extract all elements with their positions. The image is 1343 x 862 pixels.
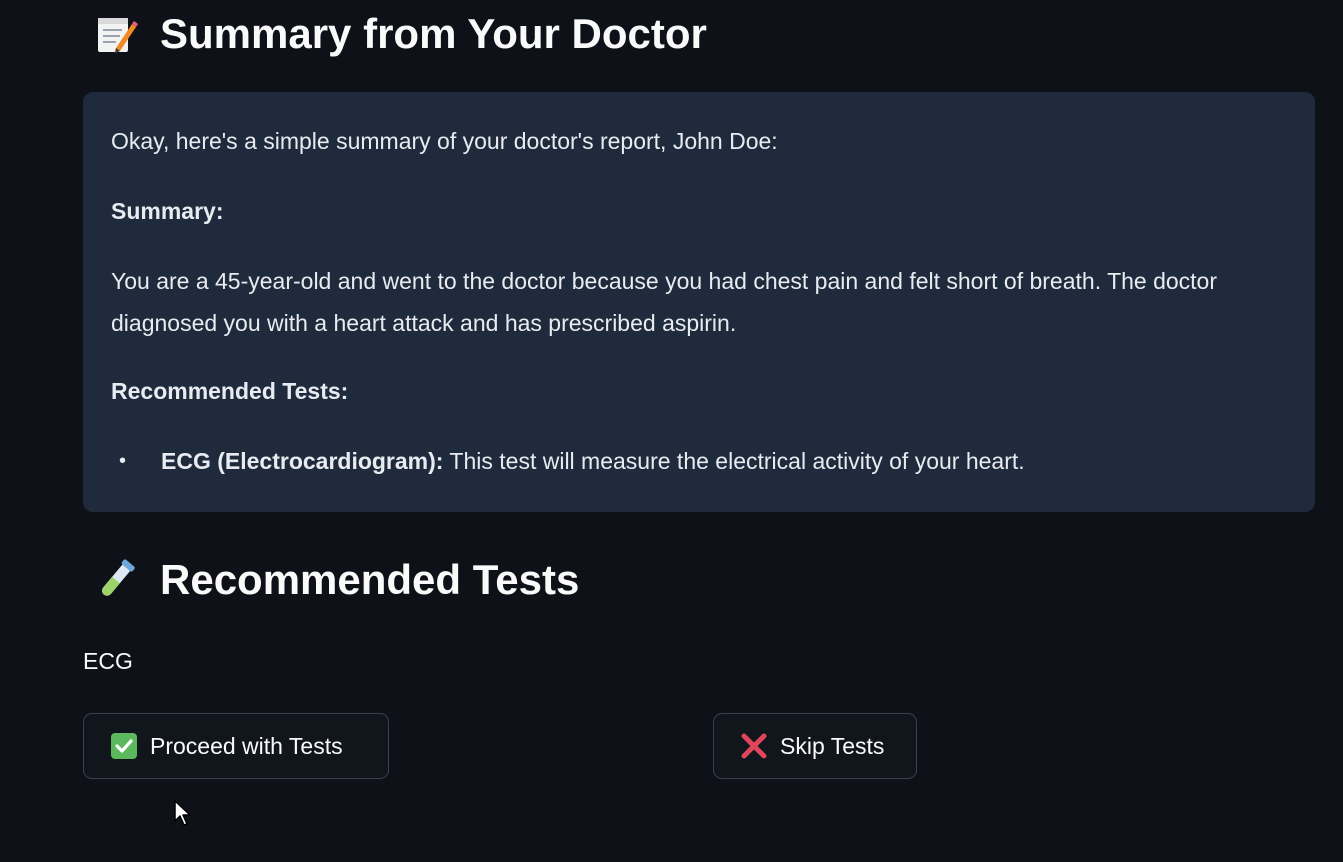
test-name-bold: ECG (Electrocardiogram): [161,448,444,474]
proceed-button-label: Proceed with Tests [150,732,343,759]
list-item: • ECG (Electrocardiogram): This test wil… [119,440,1287,482]
test-description: This test will measure the electrical ac… [443,448,1025,474]
summary-text: You are a 45-year-old and went to the do… [111,268,1218,336]
page: Summary from Your Doctor Okay, here's a … [0,0,1343,862]
summary-intro: Okay, here's a simple summary of your do… [111,128,778,154]
recommended-tests-heading: Recommended Tests [92,556,579,604]
skip-tests-button[interactable]: Skip Tests [713,713,917,779]
test-list-text: ECG [83,648,133,674]
recommended-tests-label: Recommended Tests: [111,378,349,404]
cross-mark-icon [740,732,768,760]
check-mark-icon [110,732,138,760]
test-tube-icon [92,556,140,604]
bullet-icon: • [119,450,127,472]
summary-box: Okay, here's a simple summary of your do… [83,92,1315,512]
skip-button-label: Skip Tests [780,732,885,759]
recommended-tests-list: • ECG (Electrocardiogram): This test wil… [111,440,1287,482]
summary-label: Summary: [111,198,224,224]
proceed-with-tests-button[interactable]: Proceed with Tests [83,713,389,779]
mouse-cursor-icon [174,800,194,833]
summary-heading-text: Summary from Your Doctor [160,10,707,57]
memo-icon [92,10,140,58]
summary-heading: Summary from Your Doctor [92,10,707,58]
recommended-tests-heading-text: Recommended Tests [160,556,580,603]
